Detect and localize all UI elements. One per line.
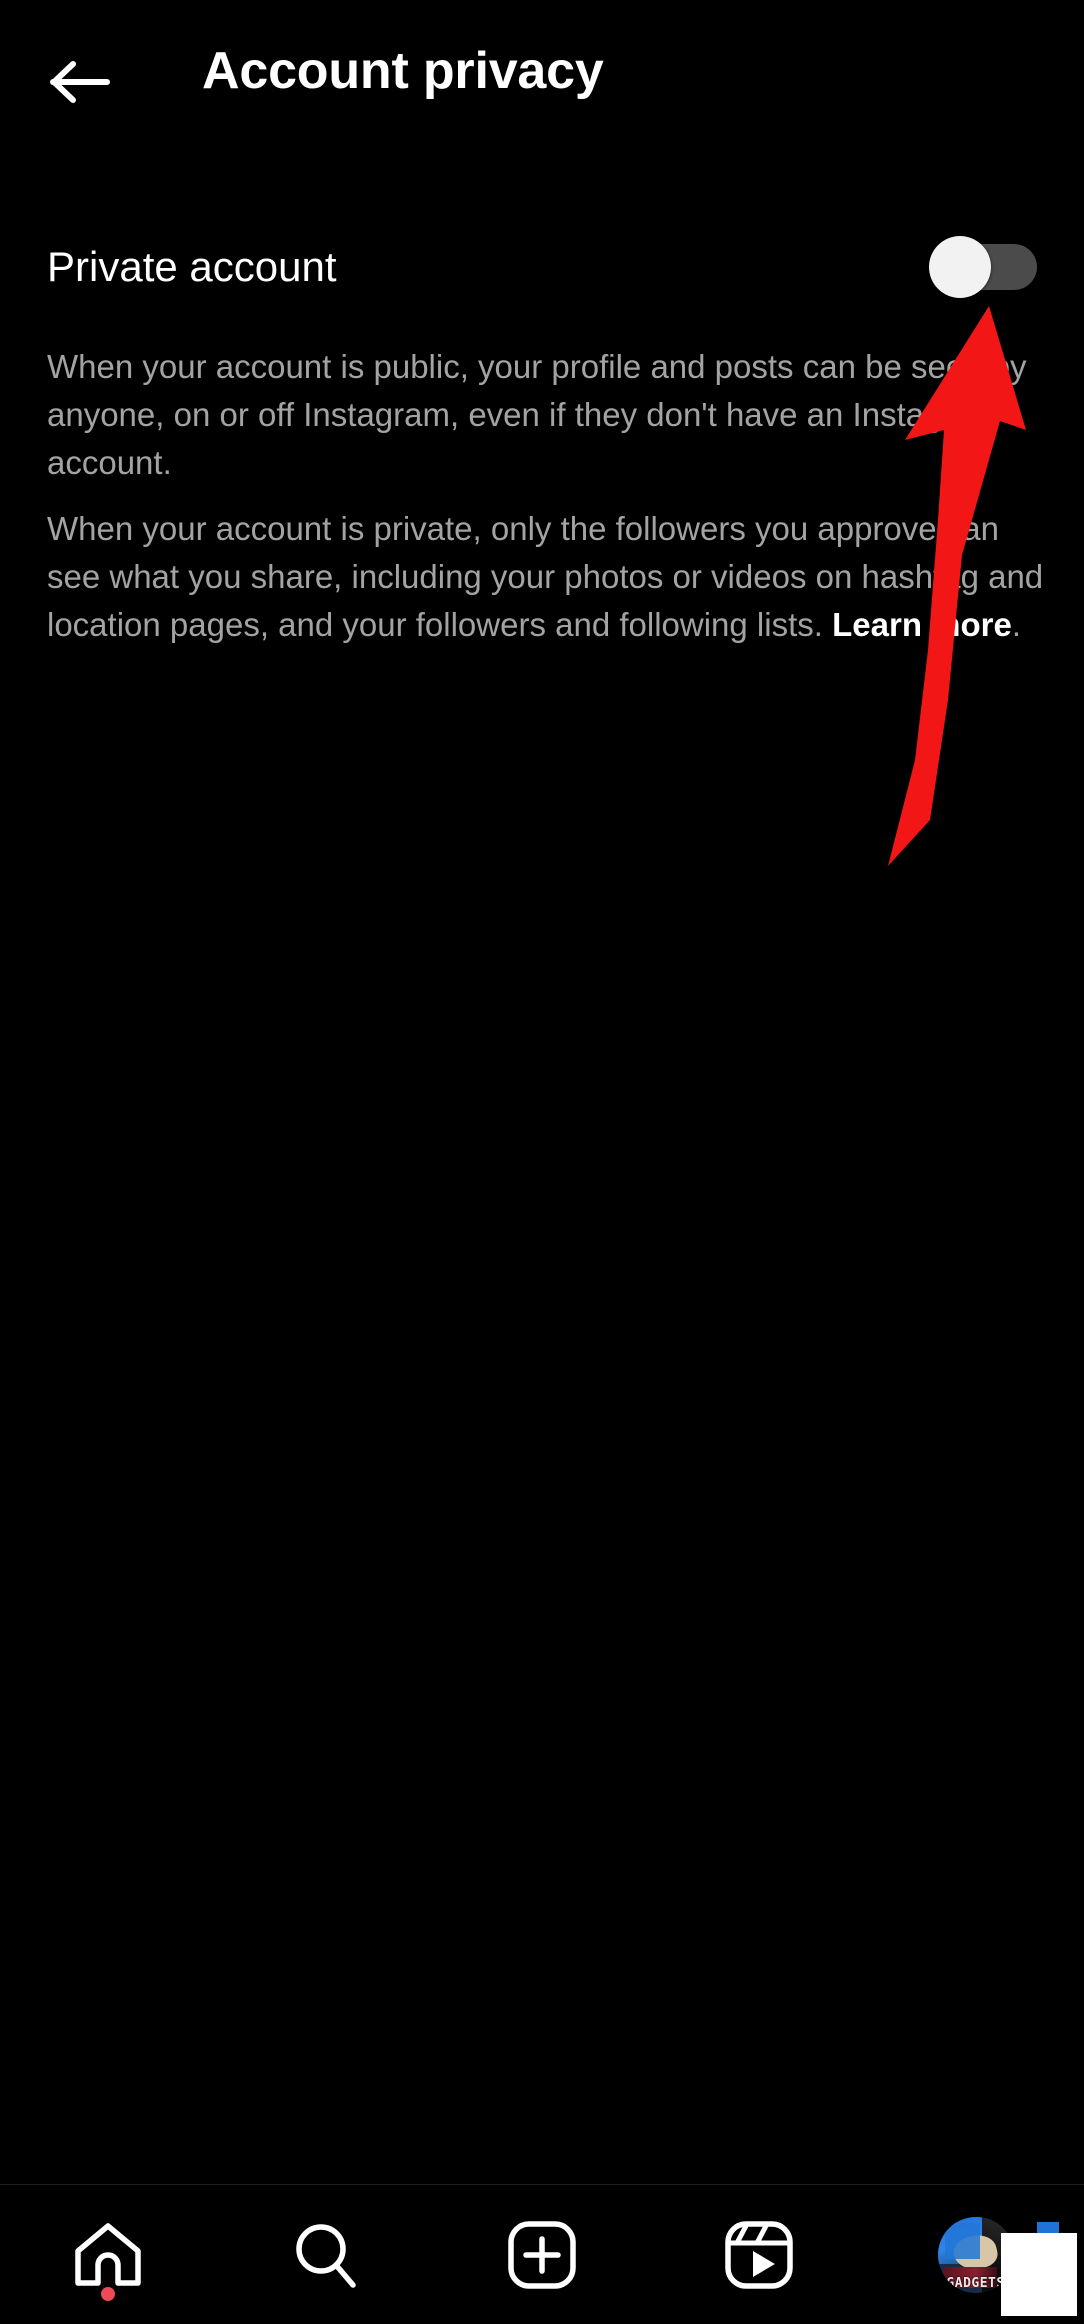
- nav-item-reels[interactable]: [650, 2185, 867, 2324]
- private-account-label: Private account: [47, 243, 337, 290]
- home-icon: [72, 2221, 144, 2289]
- description-public: When your account is public, your profil…: [47, 348, 1027, 481]
- description-private-period: .: [1011, 606, 1022, 643]
- private-account-row: Private account: [0, 222, 1084, 312]
- redaction-rectangle: [1001, 2233, 1077, 2316]
- account-privacy-screen: Account privacy Private account When you…: [0, 0, 1084, 2324]
- plus-square-icon: [506, 2219, 578, 2291]
- search-icon: [289, 2219, 361, 2291]
- private-account-toggle[interactable]: [929, 236, 1037, 298]
- arrow-left-icon: [49, 57, 111, 107]
- nav-item-create[interactable]: [434, 2185, 651, 2324]
- nav-item-search[interactable]: [217, 2185, 434, 2324]
- bottom-navigation-bar: GADGETS: [0, 2184, 1084, 2324]
- back-button[interactable]: [30, 42, 130, 122]
- description-private: When your account is private, only the f…: [47, 505, 1047, 649]
- header: Account privacy: [0, 0, 1084, 160]
- page-title: Account privacy: [202, 42, 604, 100]
- reels-icon: [723, 2219, 795, 2291]
- nav-item-home[interactable]: [0, 2185, 217, 2324]
- toggle-knob: [929, 236, 991, 298]
- home-notification-dot: [101, 2286, 116, 2301]
- learn-more-link[interactable]: Learn more: [832, 606, 1012, 643]
